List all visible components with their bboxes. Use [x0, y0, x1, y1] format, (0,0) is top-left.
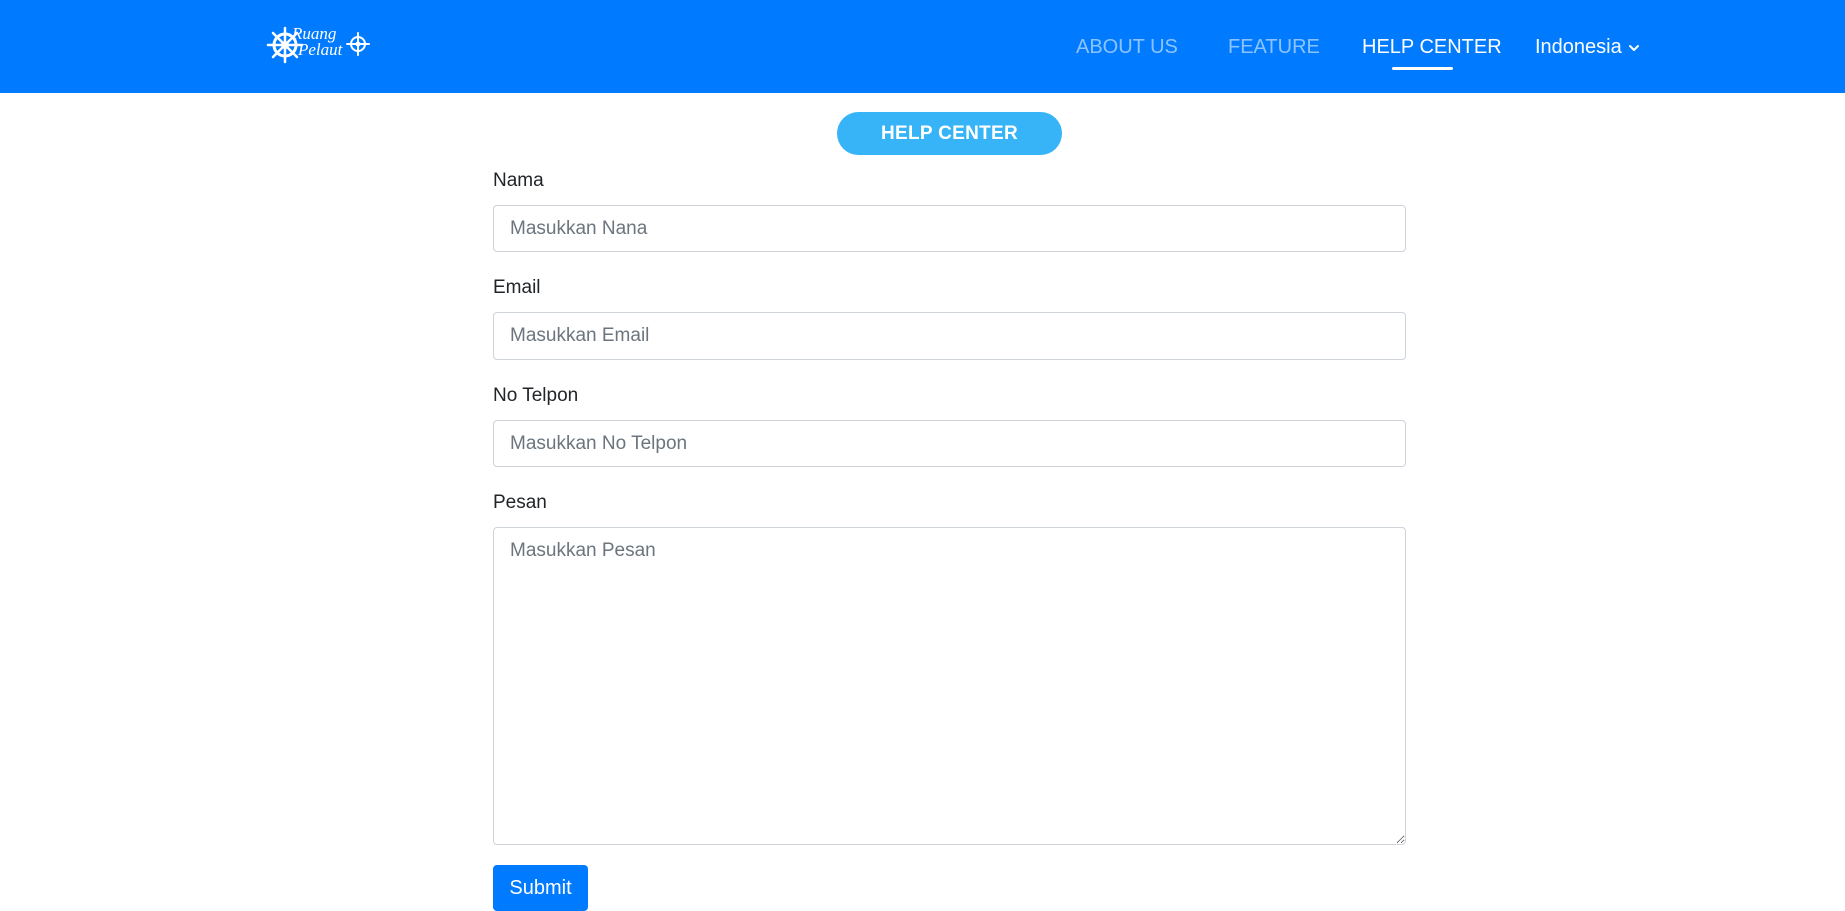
- phone-label: No Telpon: [493, 385, 579, 406]
- language-dropdown[interactable]: Indonesia: [1535, 34, 1640, 60]
- language-label: Indonesia: [1535, 36, 1622, 58]
- help-center-badge: HELP CENTER: [837, 112, 1062, 155]
- email-label: Email: [493, 277, 541, 298]
- nav-about-us[interactable]: ABOUT US: [1076, 34, 1178, 60]
- nav-feature[interactable]: FEATURE: [1228, 34, 1320, 60]
- brand-logo[interactable]: Ruang Pelaut: [266, 24, 374, 66]
- navbar: Ruang Pelaut ABOUT US FEATURE HELP CENTE…: [0, 0, 1845, 93]
- message-label: Pesan: [493, 492, 547, 513]
- email-input[interactable]: [493, 312, 1406, 360]
- logo-wordmark: Ruang Pelaut: [292, 25, 343, 59]
- name-label: Nama: [493, 170, 544, 191]
- logo-line-2: Pelaut: [298, 40, 343, 59]
- submit-button[interactable]: Submit: [493, 865, 588, 911]
- phone-input[interactable]: [493, 420, 1406, 467]
- nav-help-center[interactable]: HELP CENTER: [1362, 34, 1502, 60]
- chevron-down-icon: [1628, 45, 1639, 51]
- message-textarea[interactable]: [493, 527, 1406, 845]
- active-nav-indicator: [1392, 67, 1453, 70]
- name-input[interactable]: [493, 205, 1406, 252]
- small-wheel-icon: [346, 32, 370, 56]
